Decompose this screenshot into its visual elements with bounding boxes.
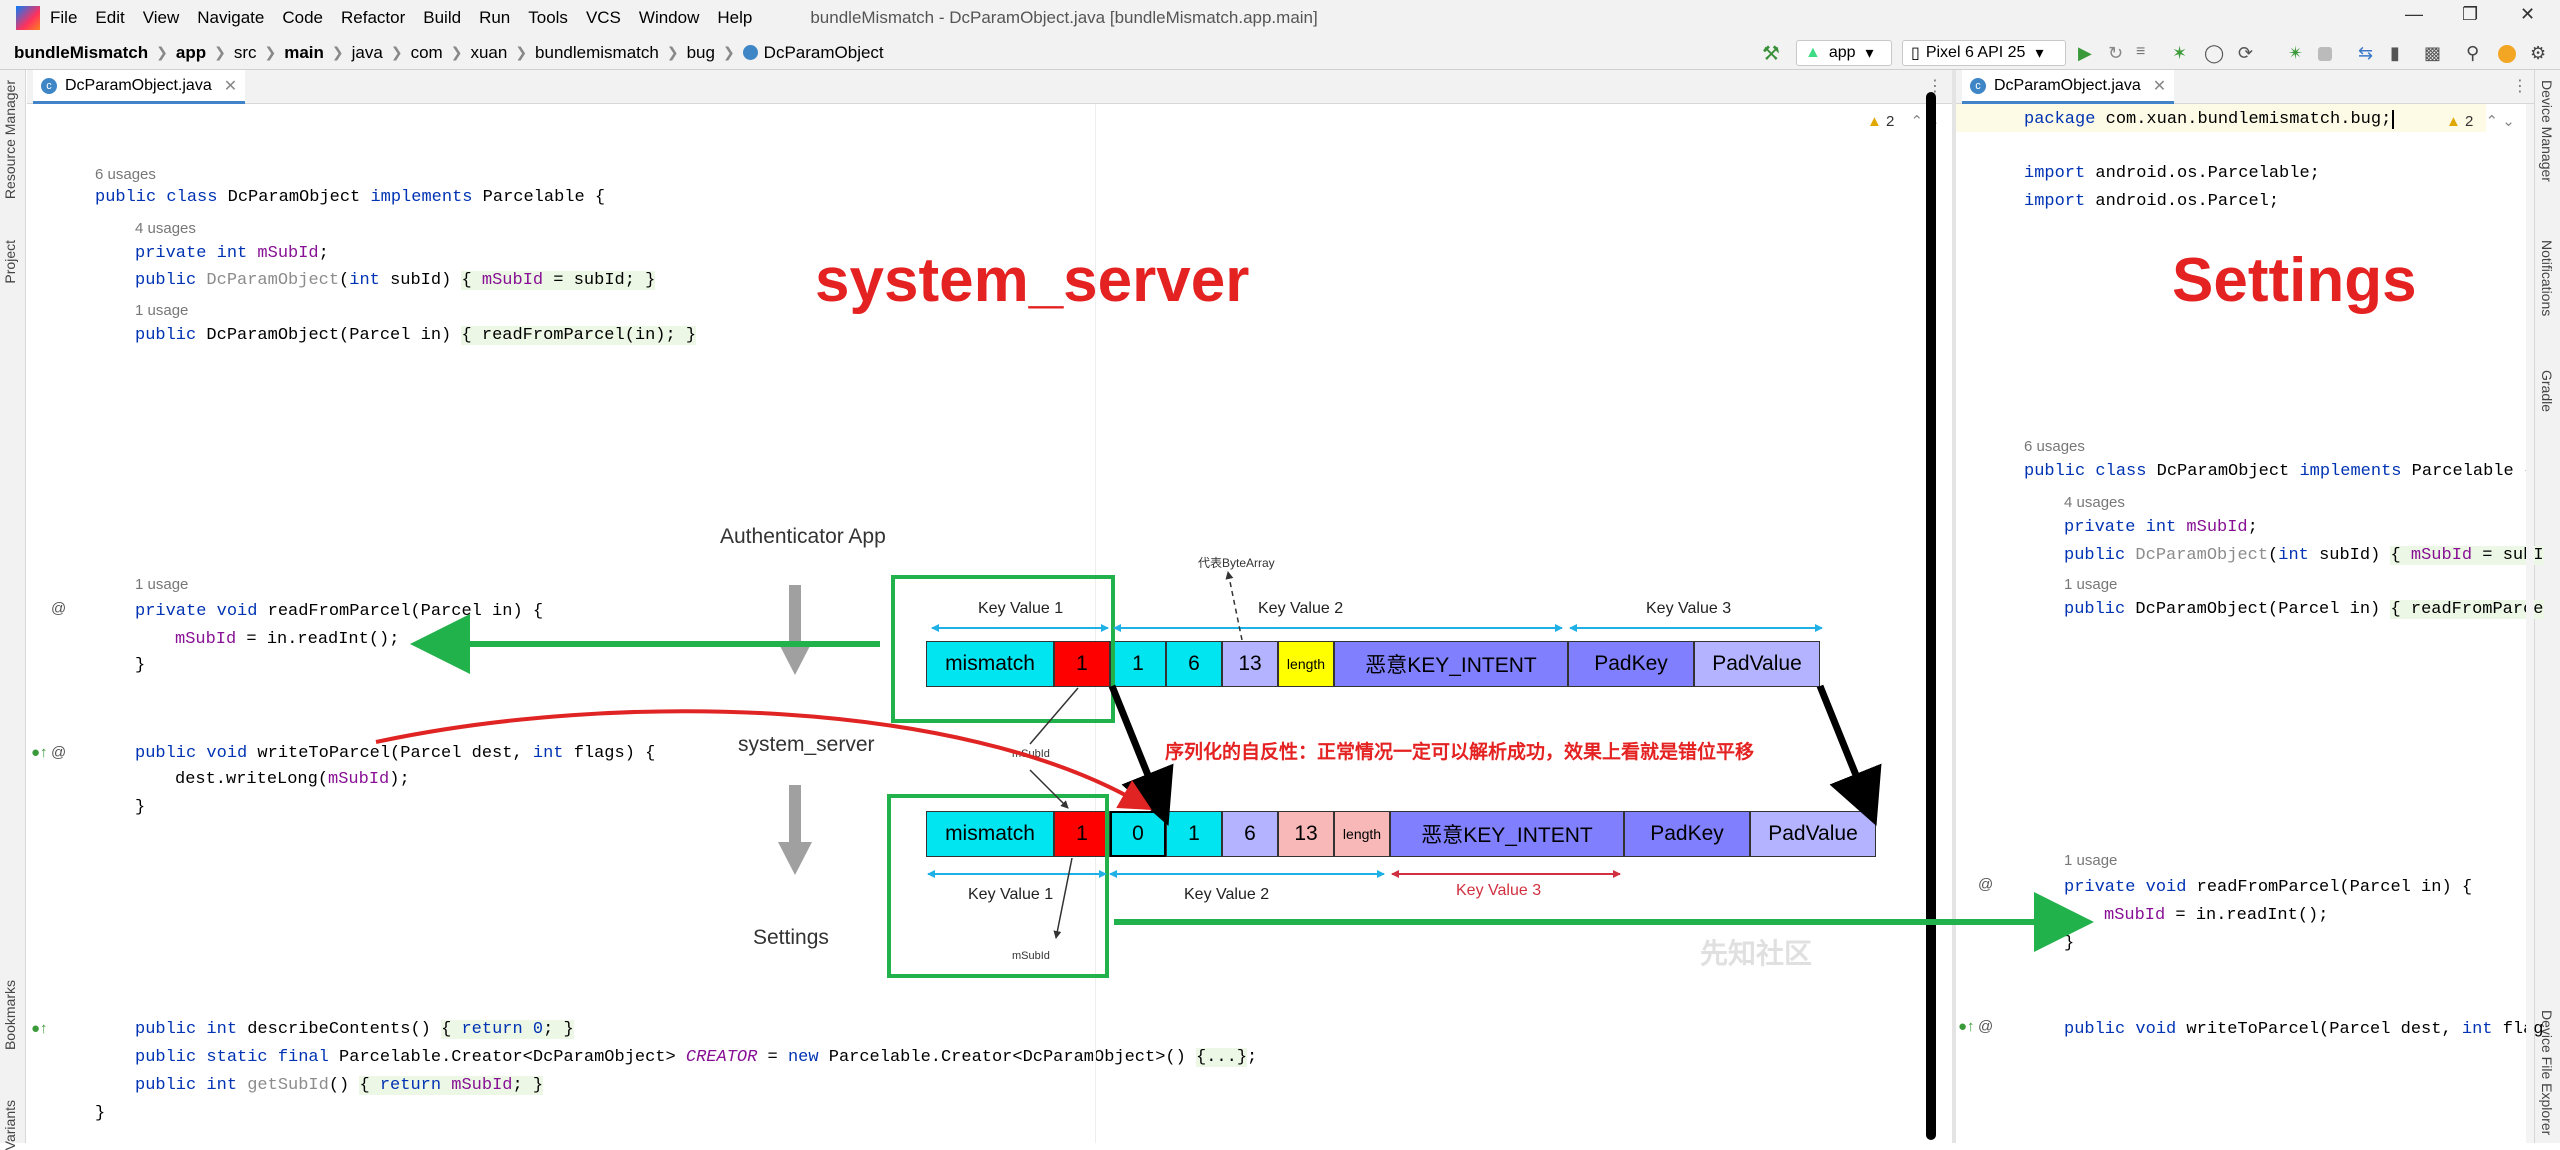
annotation-arrows — [375, 571, 2094, 978]
